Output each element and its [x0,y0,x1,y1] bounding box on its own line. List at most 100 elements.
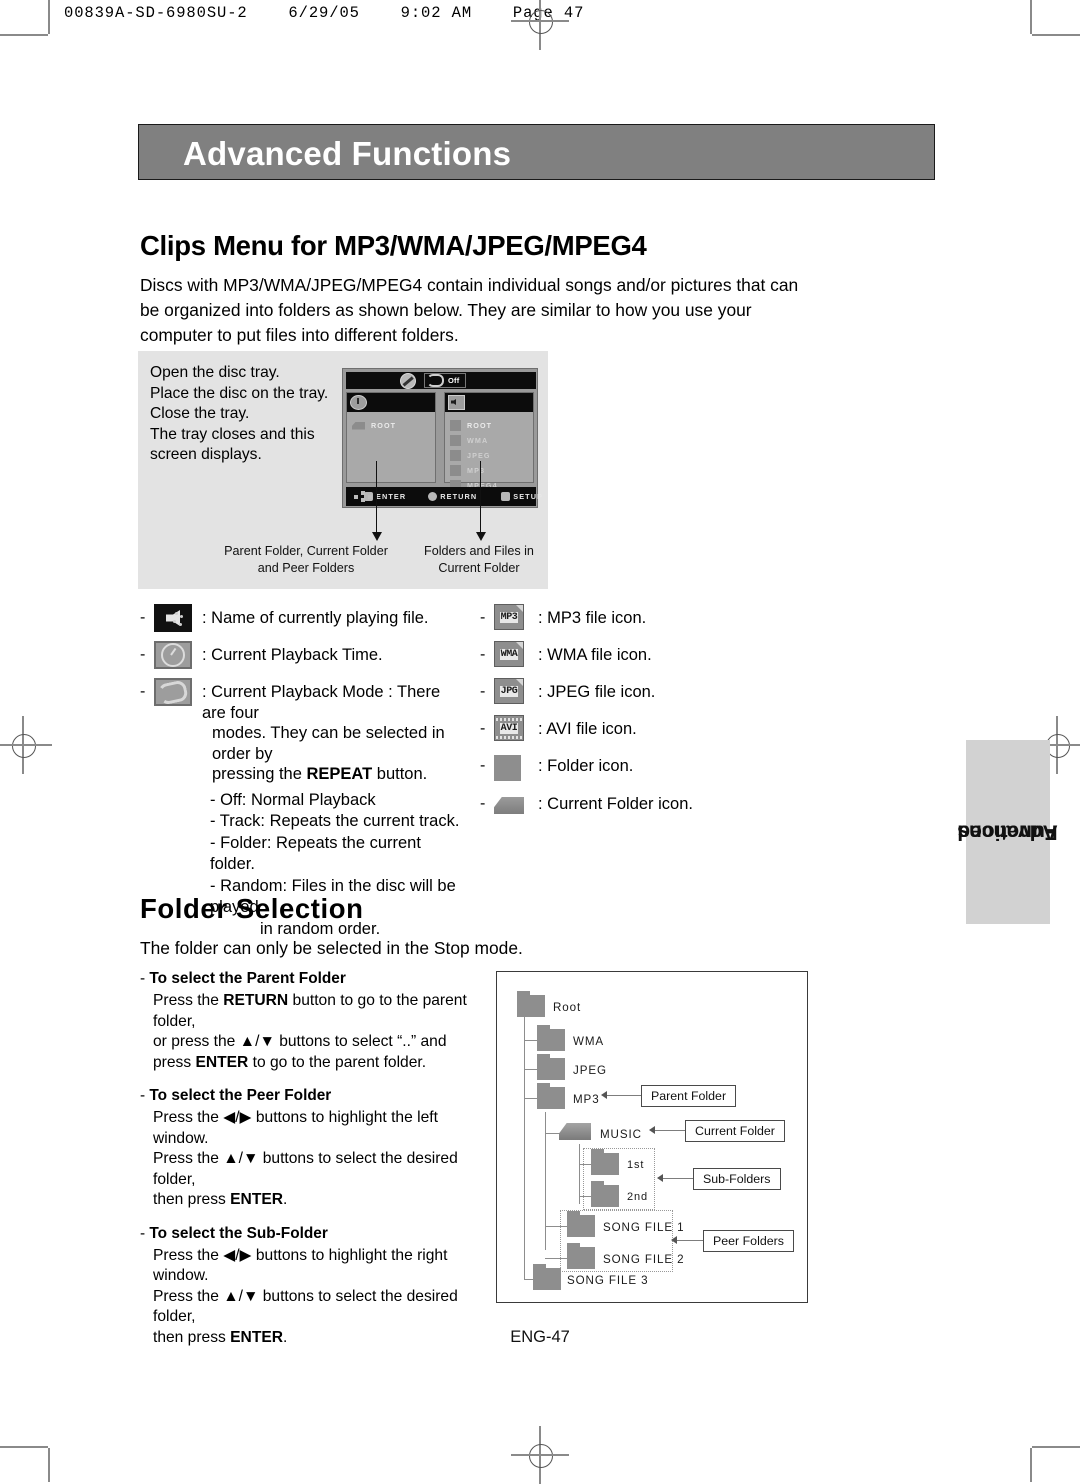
wma-file-icon: WMA [494,641,524,667]
legend-icon-slot: MP3 [494,604,538,630]
chapter-banner: Advanced Functions [138,124,935,180]
clips-menu-intro: Discs with MP3/WMA/JPEG/MPEG4 contain in… [140,275,799,345]
callout-line-peer [677,1240,703,1241]
instruction-line: press ENTER to go to the parent folder. [153,1053,427,1071]
legend-item-mp3: - MP3 : MP3 file icon. [480,604,780,632]
caption-pointer-right-line [480,461,482,534]
legend-text: : Folder icon. [538,757,634,775]
crop-line-top-left-h [0,34,48,36]
avi-file-icon: AVI [494,715,524,741]
legend-dash: - [480,757,486,774]
illustration-panel: Open the disc tray. Place the disc on th… [138,351,548,589]
crop-line-bot-left-h [0,1446,48,1448]
legend-dash: - [480,720,486,737]
step-line: The tray closes and this [150,425,315,443]
instruction-title: To select the Sub-Folder [140,1225,480,1243]
legend-icon-slot: WMA [494,641,538,667]
folder-selection-instructions: To select the Parent Folder Press the RE… [140,970,480,1362]
avi-chip-label: AVI [499,722,519,734]
tree-folder-icon-wma [537,1025,565,1051]
callout-line-parent [607,1095,641,1096]
osd-list-item: WMA [450,433,533,448]
osd-item-label: MP3 [467,466,486,475]
folder-selection-heading: Folder Selection [140,893,364,924]
osd-left-pane-header [347,393,435,412]
osd-bottom-bar: ENTER RETURN SETUP [346,487,542,506]
legend-dash: - [140,646,146,663]
repeat-mode-indicator: Off [424,373,467,388]
caption-left-line1: Parent Folder, Current Folder [224,544,388,558]
crop-line-bot-right-h [1032,1446,1080,1448]
legend-icon-slot [154,678,202,706]
instruction-group-peer-folder: To select the Peer Folder Press the ◀/▶ … [140,1087,480,1211]
step-line: screen displays. [150,446,262,463]
repeat-button-name: REPEAT [306,765,373,783]
legend-mode-lead: : Current Playback Mode : There are four [202,683,441,722]
folder-icon [494,755,521,781]
legend-text: : Name of currently playing file. [202,609,429,627]
tree-node-label: SONG FILE 2 [603,1253,685,1266]
tree-node-label: MP3 [573,1093,600,1106]
wma-chip-label: WMA [499,648,519,660]
osd-list-item: JPEG [450,448,533,463]
caption-left-line2: and Peer Folders [257,561,355,575]
disc-icon [400,372,416,389]
registration-mark-top [511,0,569,50]
legend-icon-slot: JPG [494,678,538,704]
setup-key-icon [501,492,511,501]
instruction-line: then press ENTER. [153,1191,288,1208]
crop-line-bot-left [48,1448,50,1482]
step-line: Place the disc on the tray. [150,384,329,402]
osd-list-item: ROOT [352,418,435,433]
tree-trunk-root [524,1017,526,1279]
film-perforation-bottom [496,735,522,739]
legend-text: : AVI file icon. [538,720,637,738]
mode-option: - Off: Normal Playback [210,790,376,809]
legend-dash: - [140,609,146,626]
callout-line-sub [663,1178,693,1179]
instruction-line: Press the ▲/▼ buttons to select the desi… [153,1287,458,1326]
legend-item-playback-time: - : Current Playback Time. [140,641,470,669]
tree-node-label: SONG FILE 3 [567,1274,649,1287]
crop-line-top-left [48,0,50,34]
instruction-line: or press the ▲/▼ buttons to select “..” … [153,1033,447,1050]
side-tab-advanced-functions: Advanced Functions [958,740,1058,924]
clock-icon [350,395,367,410]
page-footer: ENG-47 [510,1328,570,1346]
osd-left-pane-list: ROOT [347,412,435,433]
mode-option: - Folder: Repeats the current folder. [210,833,421,874]
caption-pointer-left-head [372,532,382,541]
tree-folder-icon-song1 [567,1211,595,1237]
repeat-mode-value: Off [448,376,460,385]
film-perforation-top [496,717,522,721]
mp3-chip-label: MP3 [499,611,519,623]
return-key-icon [428,492,438,501]
repeat-icon [427,374,444,387]
tree-folder-icon-jpeg [537,1054,565,1080]
osd-item-label: JPEG [467,451,491,460]
folder-icon [450,450,461,461]
osd-item-label: WMA [467,436,489,445]
playback-time-icon [154,641,192,669]
legend-text: : JPEG file icon. [538,683,656,701]
tree-node-label: 1st [627,1159,645,1171]
instruction-line: Press the RETURN button to go to the par… [153,992,467,1030]
legend-icon-slot [494,790,538,814]
crop-line-top-right [1030,0,1032,34]
tree-branch-jpeg [524,1069,537,1071]
folder-icon [450,465,461,476]
tree-folder-icon-song2 [567,1243,595,1269]
tree-node-label: MUSIC [600,1128,642,1141]
osd-return-hint: RETURN [428,492,477,501]
step-line: Close the tray. [150,405,250,422]
clips-menu-heading: Clips Menu for MP3/WMA/JPEG/MPEG4 [140,230,647,261]
legend-right-column: - MP3 : MP3 file icon. - WMA : WMA file … [480,604,780,827]
playback-mode-icon [154,678,192,706]
registration-mark-bottom [511,1426,569,1484]
instruction-line: Press the ◀/▶ buttons to highlight the l… [153,1109,438,1147]
tree-node-label: WMA [573,1035,605,1048]
legend-item-avi: - AVI : AVI file icon. [480,715,780,743]
registration-mark-left [0,716,52,774]
osd-list-item: MP3 [450,463,533,478]
caption-pointer-left-line [376,461,378,534]
